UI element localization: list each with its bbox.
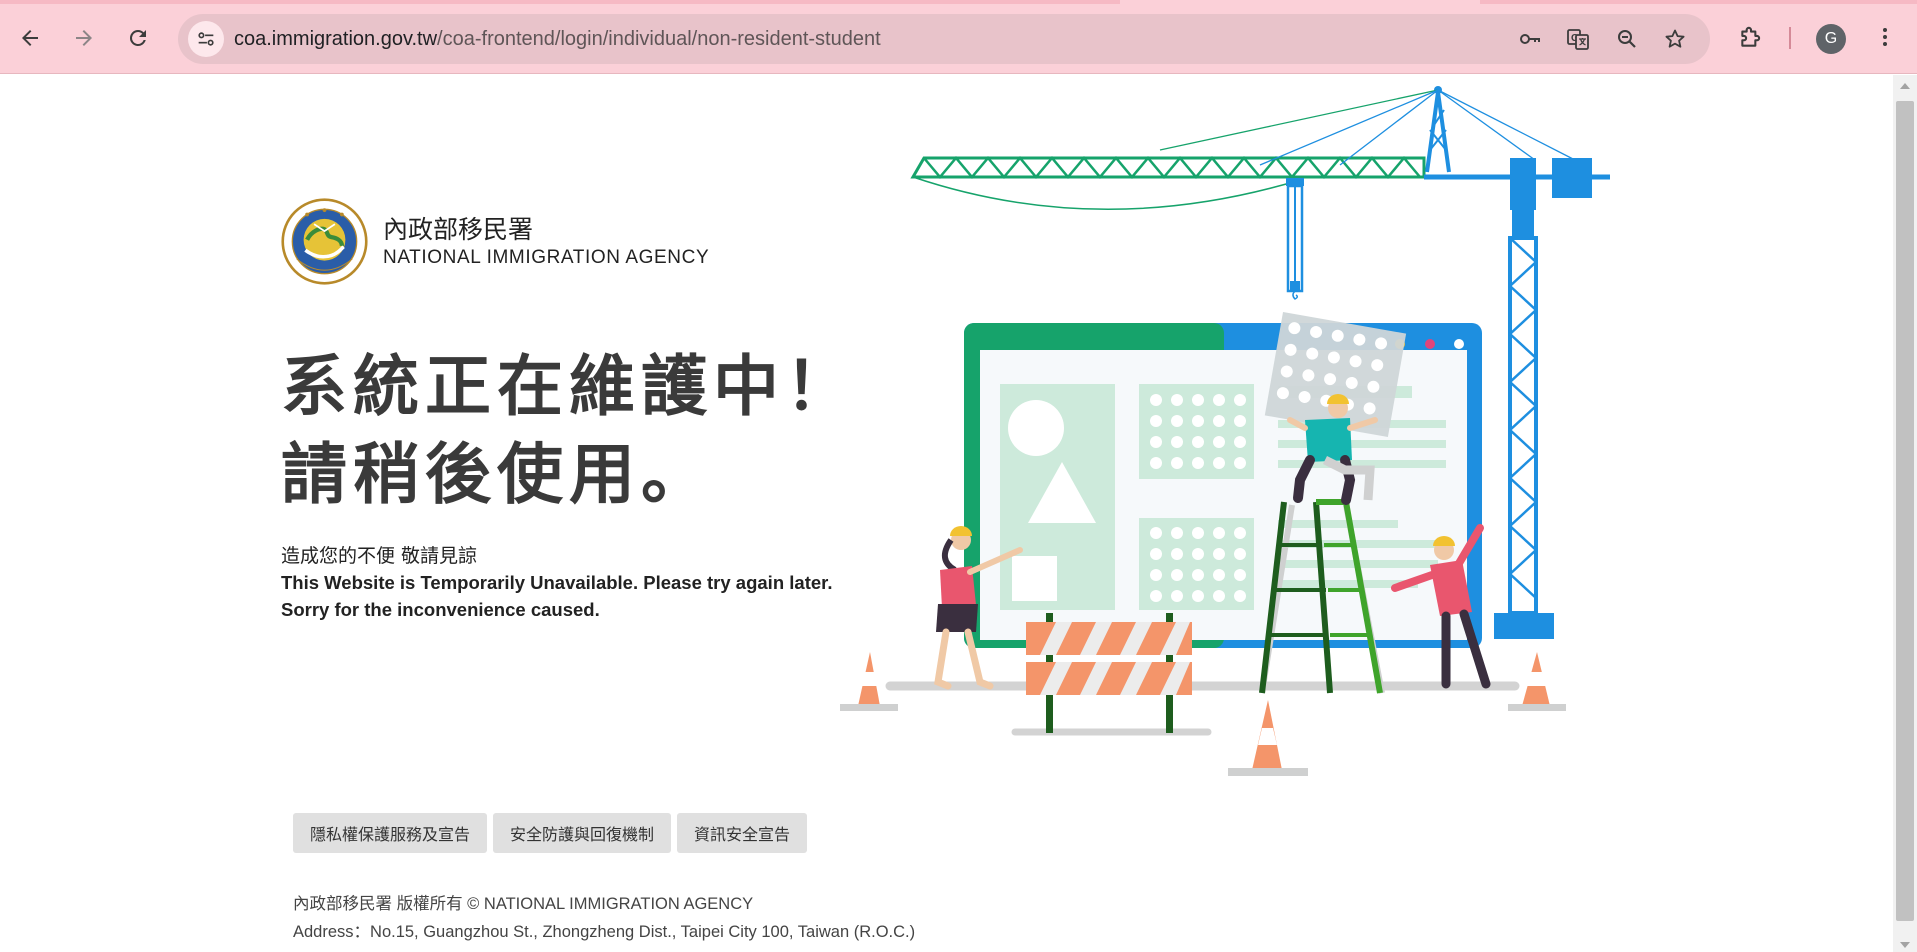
infosec-statement-link[interactable]: 資訊安全宣告: [677, 813, 808, 853]
maintenance-headline-line2: 請稍後使用。: [281, 436, 713, 513]
password-manager-button[interactable]: [1517, 26, 1543, 52]
agency-name-en: NATIONAL IMMIGRATION AGENCY: [383, 247, 710, 268]
privacy-policy-link[interactable]: 隱私權保護服務及宣告: [293, 813, 488, 853]
extensions-button[interactable]: [1736, 22, 1766, 52]
scroll-down-arrow-icon[interactable]: [1900, 942, 1910, 948]
star-icon: [1665, 29, 1685, 48]
site-info-button[interactable]: [188, 21, 224, 57]
browser-menu-button[interactable]: [1870, 22, 1900, 52]
footer-links: 隱私權保護服務及宣告 安全防護與回復機制 資訊安全宣告: [293, 813, 808, 853]
copyright-text: 內政部移民署 版權所有 © NATIONAL IMMIGRATION AGENC…: [293, 895, 754, 913]
active-tab[interactable]: [1120, 0, 1480, 4]
maintenance-headline-line1: 系統正在維護中！: [281, 348, 857, 425]
agency-name-zh: 內政部移民署: [383, 215, 534, 244]
apology-text-zh: 造成您的不便 敬請見諒: [281, 545, 478, 567]
screen-frame: [964, 323, 1482, 648]
zoom-icon: [1618, 30, 1636, 48]
profile-avatar[interactable]: G: [1816, 24, 1846, 54]
key-icon: [1520, 34, 1540, 44]
scroll-thumb[interactable]: [1896, 101, 1914, 921]
kebab-menu-icon: [1883, 28, 1887, 46]
scroll-up-arrow-icon[interactable]: [1900, 83, 1910, 89]
under-construction-illustration: [840, 86, 1610, 776]
maintenance-page: 內政部移民署 NATIONAL IMMIGRATION AGENCY 系統正在維…: [0, 75, 1893, 952]
agency-seal-icon: [281, 198, 368, 285]
puzzle-icon: [1741, 26, 1761, 47]
arrow-left-icon: [22, 30, 38, 46]
apology-text-en-line1: This Website is Temporarily Unavailable.…: [281, 572, 833, 593]
address-bar[interactable]: coa.immigration.gov.tw/coa-frontend/logi…: [178, 14, 1710, 64]
url-text[interactable]: coa.immigration.gov.tw/coa-frontend/logi…: [234, 14, 881, 64]
url-path: /coa-frontend/login/individual/non-resid…: [437, 28, 881, 50]
toolbar-divider: [1789, 27, 1791, 49]
back-button[interactable]: [12, 20, 48, 56]
page-scrollbar[interactable]: [1893, 75, 1917, 952]
bookmark-button[interactable]: [1662, 26, 1688, 52]
address-text: Address：No.15, Guangzhou St., Zhongzheng…: [293, 923, 916, 941]
reload-button[interactable]: [120, 20, 156, 56]
apology-text-en-line2: Sorry for the inconvenience caused.: [281, 599, 600, 620]
translate-icon: G: [1567, 29, 1589, 50]
tune-icon: [198, 32, 214, 46]
browser-toolbar: coa.immigration.gov.tw/coa-frontend/logi…: [0, 0, 1917, 74]
barrier: [1026, 613, 1192, 733]
zoom-button[interactable]: [1614, 26, 1640, 52]
reload-icon: [129, 29, 146, 46]
security-recovery-link[interactable]: 安全防護與回復機制: [493, 813, 672, 853]
tab-strip: [0, 0, 1917, 4]
traffic-cones: [840, 652, 1566, 776]
forward-button[interactable]: [66, 20, 102, 56]
url-host: coa.immigration.gov.tw: [234, 28, 438, 50]
arrow-right-icon: [76, 30, 92, 46]
translate-button[interactable]: G: [1565, 26, 1591, 52]
